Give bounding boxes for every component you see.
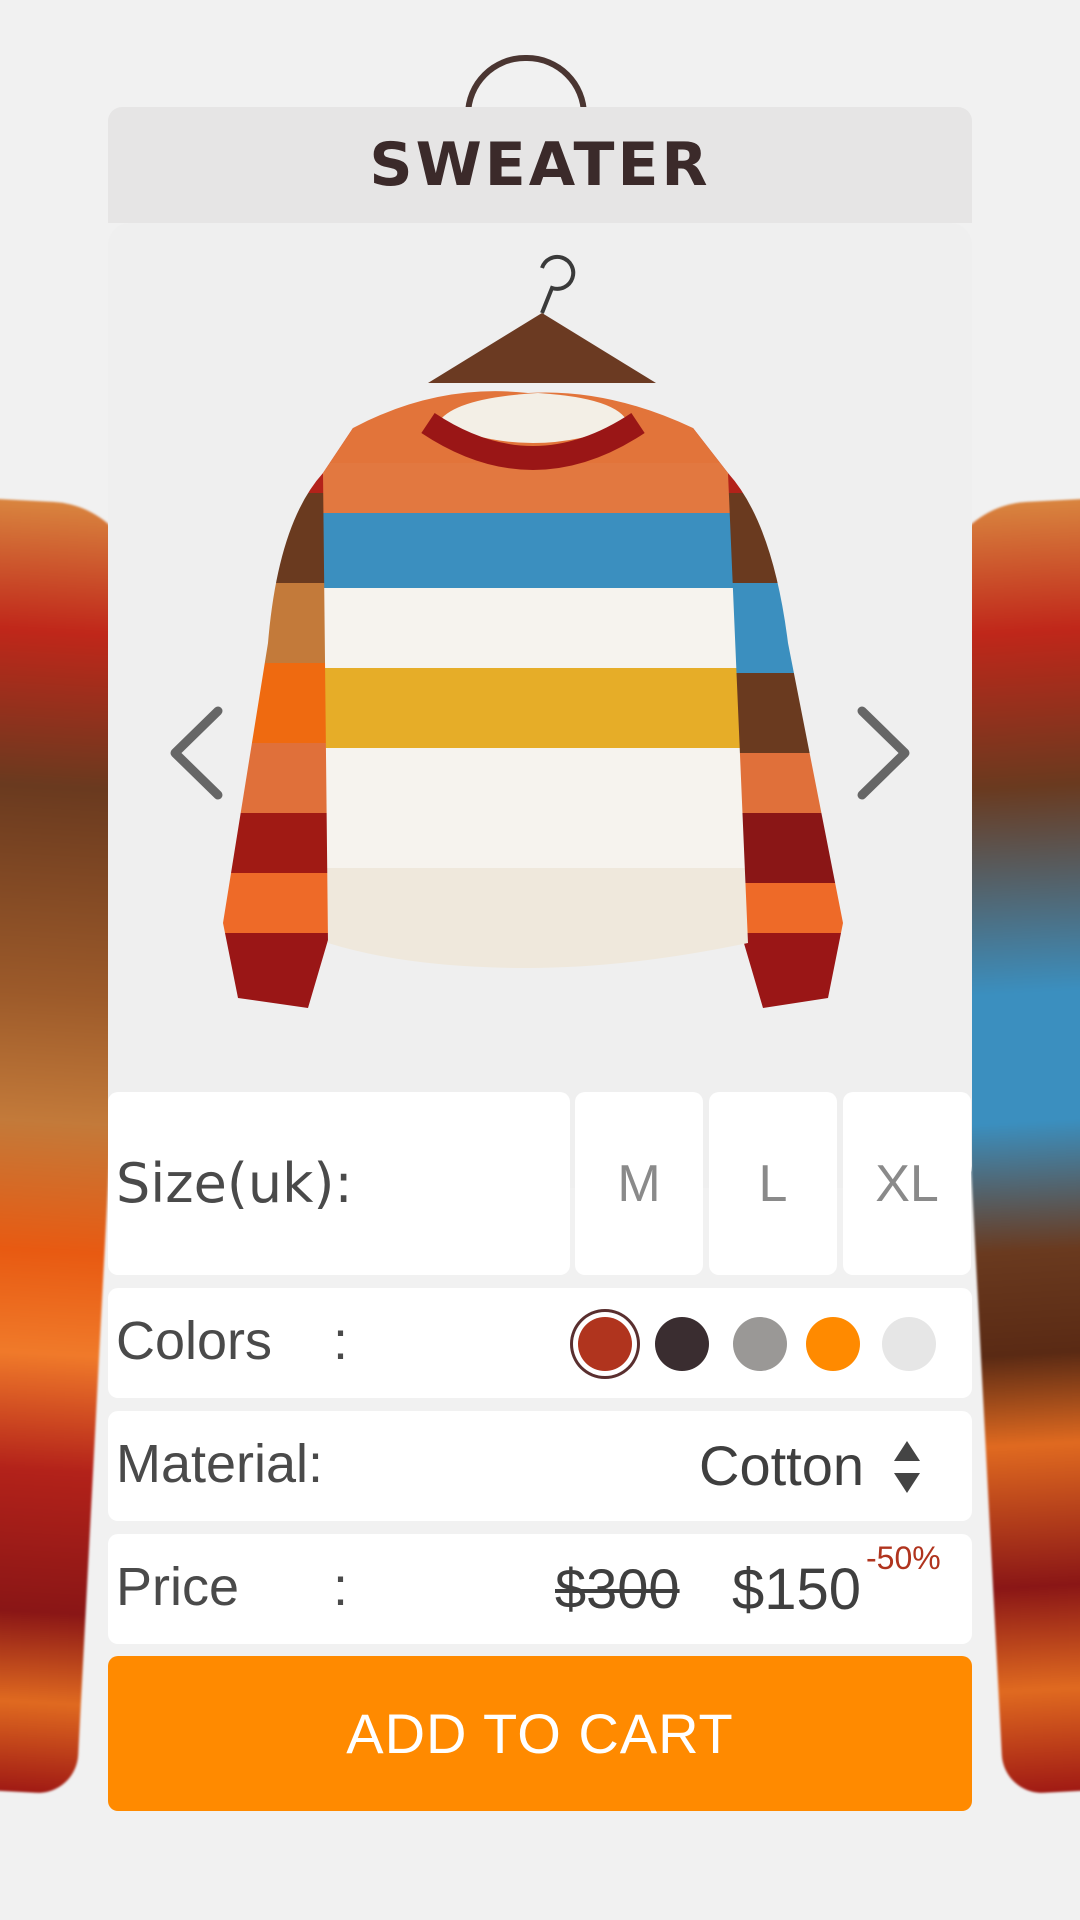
price-row: Price : $300 $150 -50%: [108, 1534, 972, 1644]
up-down-stepper-icon[interactable]: [892, 1439, 922, 1495]
current-price: $150: [732, 1557, 862, 1622]
product-title: SWEATER: [369, 130, 711, 200]
size-label: Size(uk):: [116, 1152, 353, 1215]
color-swatch-light-grey[interactable]: [882, 1317, 936, 1371]
chevron-right-icon[interactable]: [847, 703, 917, 803]
color-swatch-rust[interactable]: [578, 1317, 632, 1371]
size-option-xl[interactable]: XL: [843, 1092, 971, 1275]
size-option-l[interactable]: L: [709, 1092, 837, 1275]
price-label: Price: [116, 1557, 240, 1617]
add-to-cart-button[interactable]: ADD TO CART: [108, 1656, 972, 1811]
material-label: Material:: [116, 1434, 324, 1494]
title-bar: SWEATER: [108, 107, 972, 223]
product-image-panel: [108, 223, 972, 1188]
size-option-m[interactable]: M: [575, 1092, 703, 1275]
colors-colon: :: [333, 1311, 349, 1371]
color-swatch-grey[interactable]: [733, 1317, 787, 1371]
material-row[interactable]: Material: Cotton: [108, 1411, 972, 1521]
color-swatch-orange[interactable]: [806, 1317, 860, 1371]
original-price: $300: [555, 1557, 680, 1620]
price-colon: :: [333, 1557, 349, 1617]
size-label-box: Size(uk):: [108, 1092, 570, 1275]
color-swatch-dark-brown[interactable]: [655, 1317, 709, 1371]
discount-badge: -50%: [866, 1540, 941, 1576]
chevron-left-icon[interactable]: [163, 703, 233, 803]
sweater-image: [223, 254, 843, 1008]
colors-label: Colors: [116, 1311, 273, 1371]
colors-row: Colors :: [108, 1288, 972, 1398]
material-value: Cotton: [699, 1434, 864, 1497]
product-card: SWEATER Size(uk): M L XL Colors: Materi…: [108, 107, 972, 1811]
